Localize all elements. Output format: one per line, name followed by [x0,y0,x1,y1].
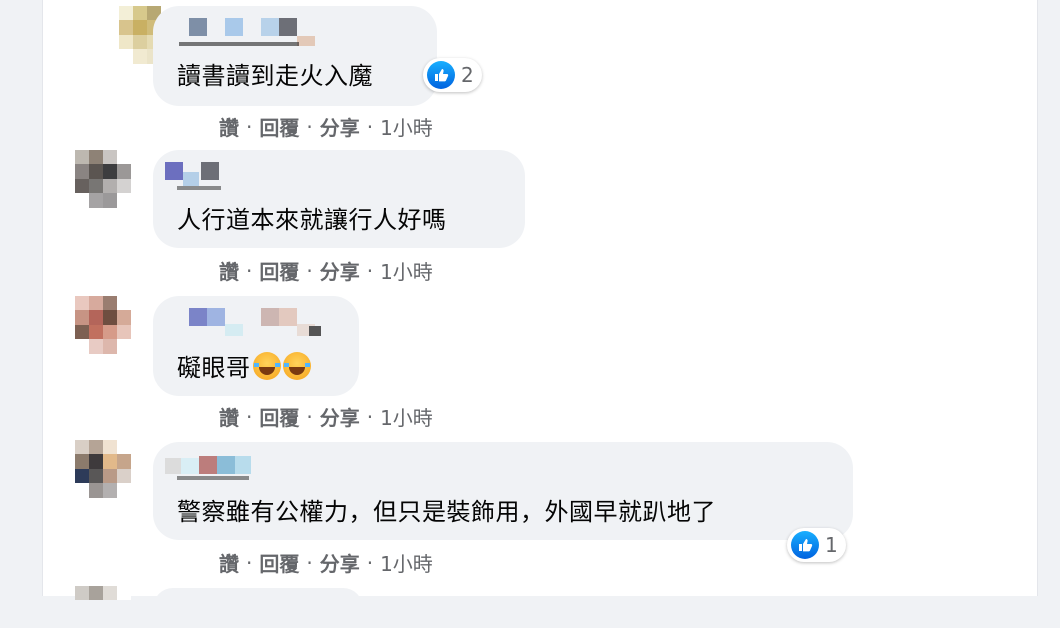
face-with-tears-of-joy-icon [252,352,281,380]
comment-text: 讀書讀到走火入魔 [177,62,373,90]
separator: · [306,404,313,429]
commenter-name-redacted[interactable] [153,150,525,190]
share-link[interactable]: 分享 [320,256,360,285]
comment-text: 警察雖有公權力，但只是裝飾用，外國早就趴地了 [177,498,716,526]
like-count: 1 [825,533,838,557]
separator: · [366,114,374,139]
face-with-tears-of-joy-icon [282,352,311,380]
avatar[interactable] [75,150,131,222]
commenter-name-redacted[interactable] [153,442,853,482]
share-link[interactable]: 分享 [320,402,360,431]
comment-bubble: 讀書讀到走火入魔 [153,6,437,106]
comment-bubble: 警察雖有公權力，但只是裝飾用，外國早就趴地了 [153,442,853,540]
share-link[interactable]: 分享 [320,548,360,577]
reaction-count[interactable]: 1 [787,528,846,562]
like-link[interactable]: 讚 [219,548,239,577]
comment-bubble: 人行道本來就讓行人好嗎 [153,150,525,248]
comment-text: 礙眼哥 [177,348,311,383]
comment-actions: 讚 · 回覆 · 分享 · 1小時 [219,548,433,577]
separator: · [306,258,313,283]
avatar[interactable] [75,440,131,512]
separator: · [366,550,374,575]
avatar[interactable] [75,586,131,601]
reply-link[interactable]: 回覆 [259,548,299,577]
separator: · [306,550,313,575]
like-link[interactable]: 讚 [219,402,239,431]
separator: · [246,404,253,429]
avatar[interactable] [75,296,131,368]
comment-text: 人行道本來就讓行人好嗎 [177,206,447,234]
like-thumb-icon [791,531,819,559]
comment-text-content: 礙眼哥 [177,354,251,382]
comments-panel: 讀書讀到走火入魔 2 讚 · 回覆 · 分享 · 1小時 人行道本來就讓行人好嗎… [42,0,1038,628]
separator: · [246,550,253,575]
commenter-name-redacted[interactable] [153,6,437,46]
reaction-count[interactable]: 2 [423,58,482,92]
like-link[interactable]: 讚 [219,112,239,141]
like-link[interactable]: 讚 [219,256,239,285]
reply-link[interactable]: 回覆 [259,112,299,141]
comment-actions: 讚 · 回覆 · 分享 · 1小時 [219,112,433,141]
separator: · [246,258,253,283]
comment-bubble: 礙眼哥 [153,296,359,396]
separator: · [366,258,374,283]
like-count: 2 [461,63,474,87]
share-link[interactable]: 分享 [320,112,360,141]
timestamp[interactable]: 1小時 [380,548,433,577]
separator: · [366,404,374,429]
separator: · [306,114,313,139]
comment-bubble [153,588,363,628]
reply-link[interactable]: 回覆 [259,402,299,431]
comment-actions: 讚 · 回覆 · 分享 · 1小時 [219,256,433,285]
like-thumb-icon [427,61,455,89]
comment-actions: 讚 · 回覆 · 分享 · 1小時 [219,402,433,431]
reply-link[interactable]: 回覆 [259,256,299,285]
timestamp[interactable]: 1小時 [380,256,433,285]
timestamp[interactable]: 1小時 [380,402,433,431]
timestamp[interactable]: 1小時 [380,112,433,141]
commenter-name-redacted[interactable] [153,296,359,336]
separator: · [246,114,253,139]
